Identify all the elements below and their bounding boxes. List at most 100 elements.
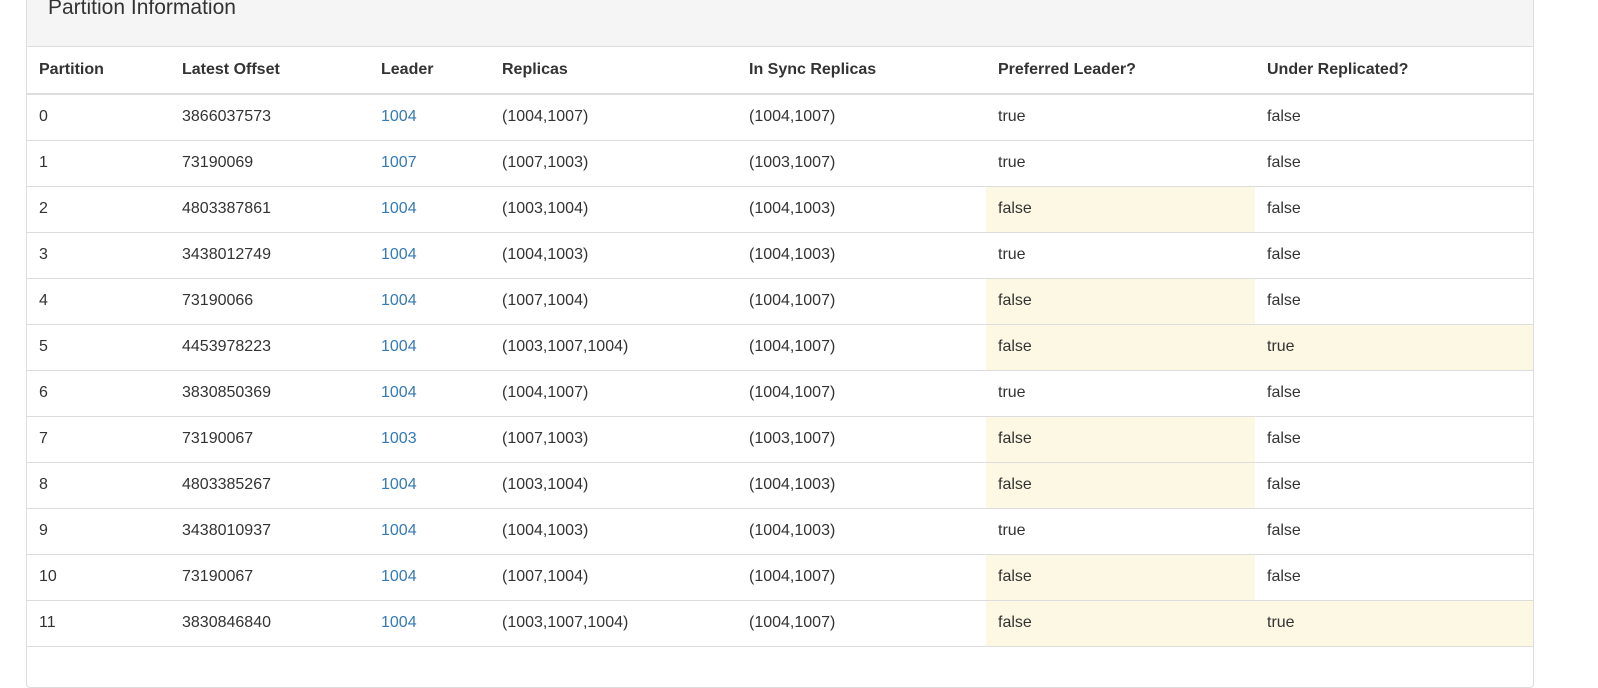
header-row: Partition Latest Offset Leader Replicas … xyxy=(27,47,1533,95)
leader-broker-link[interactable]: 1004 xyxy=(381,108,417,125)
table-row: 8 4803385267 1004 (1003,1004) (1004,1003) fal… xyxy=(27,461,1533,508)
preferred-leader-cell: false xyxy=(986,277,1255,324)
latest-offset-cell: 73190066 xyxy=(170,277,369,324)
column-header-preferred-leader: Preferred Leader? xyxy=(986,47,1255,95)
latest-offset-cell: 3830846840 xyxy=(170,599,369,647)
replicas-cell: (1003,1007,1004) xyxy=(490,599,737,647)
replicas-cell: (1003,1004) xyxy=(490,185,737,232)
replicas-cell: (1007,1003) xyxy=(490,139,737,186)
leader-broker-link[interactable]: 1004 xyxy=(381,522,417,539)
preferred-leader-cell: false xyxy=(986,185,1255,232)
partition-cell: 5 xyxy=(27,323,170,370)
partition-cell: 10 xyxy=(27,553,170,600)
panel-footer xyxy=(27,647,1533,667)
in-sync-replicas-cell: (1004,1007) xyxy=(737,553,986,600)
table-row: 1 73190069 1007 (1007,1003) (1003,1007) true f… xyxy=(27,139,1533,186)
leader-cell: 1004 xyxy=(369,461,490,508)
leader-broker-link[interactable]: 1004 xyxy=(381,246,417,263)
table-header: Partition Latest Offset Leader Replicas … xyxy=(27,47,1533,95)
preferred-leader-cell: true xyxy=(986,139,1255,186)
latest-offset-cell: 73190067 xyxy=(170,415,369,462)
leader-broker-link[interactable]: 1004 xyxy=(381,568,417,585)
partition-information-panel: Partition Information Partition Latest O… xyxy=(26,0,1534,688)
latest-offset-cell: 4803387861 xyxy=(170,185,369,232)
under-replicated-cell: false xyxy=(1255,461,1533,508)
under-replicated-cell: true xyxy=(1255,323,1533,370)
column-header-latest-offset: Latest Offset xyxy=(170,47,369,95)
latest-offset-cell: 4803385267 xyxy=(170,461,369,508)
panel-heading: Partition Information xyxy=(27,0,1533,47)
preferred-leader-cell: true xyxy=(986,507,1255,554)
in-sync-replicas-cell: (1004,1003) xyxy=(737,231,986,278)
panel-title: Partition Information xyxy=(48,0,236,19)
replicas-cell: (1004,1007) xyxy=(490,369,737,416)
latest-offset-cell: 73190067 xyxy=(170,553,369,600)
leader-broker-link[interactable]: 1004 xyxy=(381,476,417,493)
leader-cell: 1004 xyxy=(369,94,490,140)
leader-cell: 1007 xyxy=(369,139,490,186)
column-header-partition: Partition xyxy=(27,47,170,95)
partitions-table: Partition Latest Offset Leader Replicas … xyxy=(27,47,1533,647)
leader-cell: 1004 xyxy=(369,507,490,554)
replicas-cell: (1003,1007,1004) xyxy=(490,323,737,370)
leader-broker-link[interactable]: 1004 xyxy=(381,384,417,401)
under-replicated-cell: false xyxy=(1255,369,1533,416)
in-sync-replicas-cell: (1003,1007) xyxy=(737,415,986,462)
under-replicated-cell: false xyxy=(1255,553,1533,600)
under-replicated-cell: false xyxy=(1255,415,1533,462)
in-sync-replicas-cell: (1004,1007) xyxy=(737,277,986,324)
preferred-leader-cell: false xyxy=(986,461,1255,508)
replicas-cell: (1004,1003) xyxy=(490,507,737,554)
leader-cell: 1004 xyxy=(369,231,490,278)
under-replicated-cell: false xyxy=(1255,507,1533,554)
partition-cell: 11 xyxy=(27,599,170,647)
partition-cell: 8 xyxy=(27,461,170,508)
leader-cell: 1004 xyxy=(369,369,490,416)
partition-cell: 3 xyxy=(27,231,170,278)
in-sync-replicas-cell: (1004,1003) xyxy=(737,507,986,554)
column-header-replicas: Replicas xyxy=(490,47,737,95)
latest-offset-cell: 3866037573 xyxy=(182,108,271,126)
in-sync-replicas-cell: (1004,1007) xyxy=(737,323,986,370)
latest-offset-cell: 3830850369 xyxy=(170,369,369,416)
preferred-leader-cell: false xyxy=(986,323,1255,370)
table-row: 3 3438012749 1004 (1004,1003) (1004,1003) tru… xyxy=(27,231,1533,278)
in-sync-replicas-cell: (1004,1007) xyxy=(737,599,986,647)
in-sync-replicas-cell: (1004,1007) xyxy=(749,108,836,126)
latest-offset-cell: 73190069 xyxy=(170,139,369,186)
leader-broker-link[interactable]: 1003 xyxy=(381,430,417,447)
preferred-leader-cell: false xyxy=(986,415,1255,462)
table-row: 5 4453978223 1004 (1003,1007,1004) (1004,100… xyxy=(27,323,1533,370)
preferred-leader-cell: true xyxy=(998,108,1026,126)
in-sync-replicas-cell: (1004,1003) xyxy=(737,461,986,508)
under-replicated-cell: false xyxy=(1267,108,1301,126)
partition-cell: 9 xyxy=(27,507,170,554)
leader-broker-link[interactable]: 1004 xyxy=(381,292,417,309)
leader-broker-link[interactable]: 1004 xyxy=(381,338,417,355)
replicas-cell: (1007,1004) xyxy=(490,277,737,324)
under-replicated-cell: false xyxy=(1255,277,1533,324)
in-sync-replicas-cell: (1004,1007) xyxy=(737,369,986,416)
leader-cell: 1003 xyxy=(369,415,490,462)
leader-cell: 1004 xyxy=(369,185,490,232)
latest-offset-cell: 3438010937 xyxy=(170,507,369,554)
table-row: 2 4803387861 1004 (1003,1004) (1004,1003) fal… xyxy=(27,185,1533,232)
under-replicated-cell: false xyxy=(1255,139,1533,186)
column-header-in-sync-replicas: In Sync Replicas xyxy=(737,47,986,95)
leader-broker-link[interactable]: 1004 xyxy=(381,614,417,631)
replicas-cell: (1007,1004) xyxy=(490,553,737,600)
preferred-leader-cell: false xyxy=(986,599,1255,647)
partition-cell: 6 xyxy=(27,369,170,416)
table-body: 0 3866037573 1004 (1004,1007) (1004,1007) tru… xyxy=(27,94,1533,647)
table-row: 6 3830850369 1004 (1004,1007) (1004,1007) tru… xyxy=(27,369,1533,416)
partition-cell: 1 xyxy=(27,139,170,186)
leader-broker-link[interactable]: 1007 xyxy=(381,154,417,171)
leader-cell: 1004 xyxy=(369,553,490,600)
table-row: 4 73190066 1004 (1007,1004) (1004,1007) false… xyxy=(27,277,1533,324)
preferred-leader-cell: false xyxy=(986,553,1255,600)
preferred-leader-cell: true xyxy=(986,369,1255,416)
in-sync-replicas-cell: (1004,1003) xyxy=(737,185,986,232)
partition-cell: 2 xyxy=(27,185,170,232)
leader-broker-link[interactable]: 1004 xyxy=(381,200,417,217)
latest-offset-cell: 3438012749 xyxy=(170,231,369,278)
